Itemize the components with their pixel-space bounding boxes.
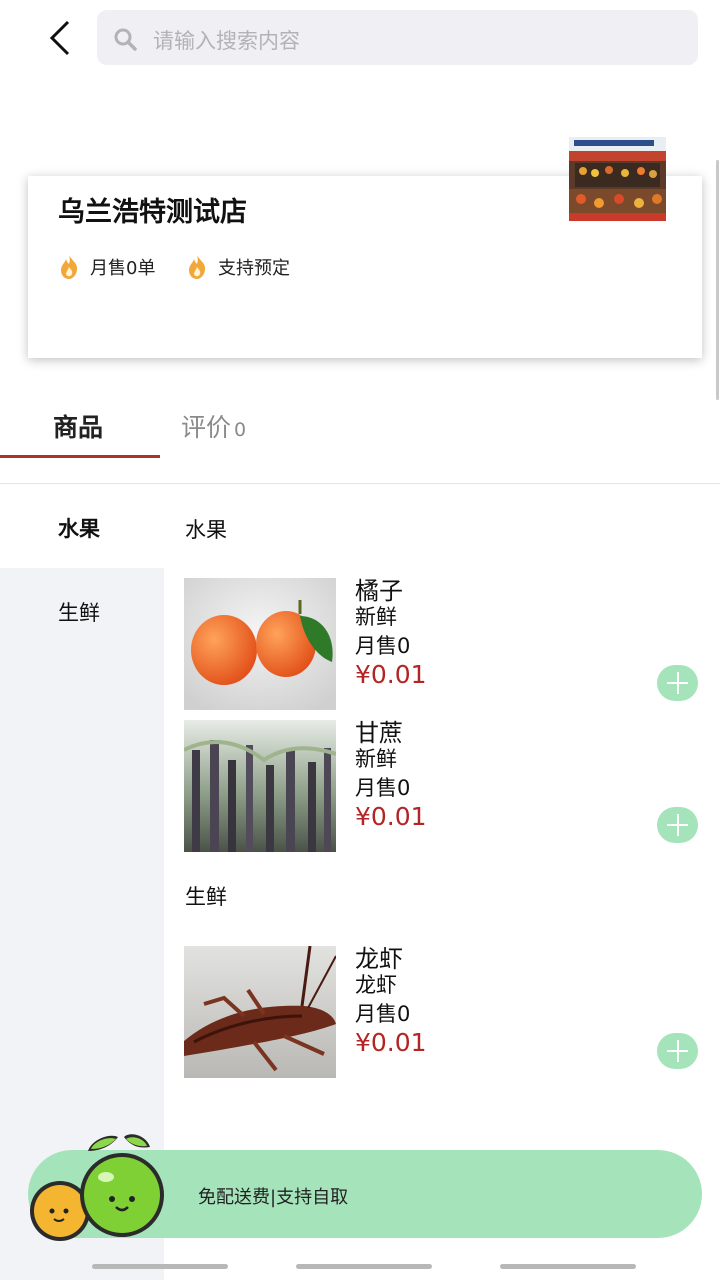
- delivery-info: 免配送费|支持自取: [198, 1187, 349, 1208]
- product-sales: 月售0: [355, 776, 411, 800]
- product-sales: 月售0: [355, 634, 411, 658]
- product-desc: 新鲜: [355, 747, 397, 771]
- section-title-fruit: 水果: [185, 518, 227, 542]
- product-image-orange[interactable]: [184, 578, 336, 710]
- section-title-fresh: 生鲜: [185, 885, 227, 909]
- fruit-mascot-icon[interactable]: [26, 1133, 166, 1243]
- nav-hint-left: [92, 1264, 228, 1269]
- flame-icon: [61, 255, 78, 279]
- product-price: ¥0.01: [355, 802, 427, 831]
- product-sales: 月售0: [355, 1002, 411, 1026]
- flame-icon: [189, 255, 206, 279]
- store-reservation: 支持预定: [186, 254, 290, 280]
- store-image: [569, 137, 666, 221]
- product-image-sugarcane[interactable]: [184, 720, 336, 852]
- product-price: ¥0.01: [355, 660, 427, 689]
- category-item-fresh[interactable]: 生鲜: [58, 597, 100, 627]
- add-to-cart-button[interactable]: [657, 807, 698, 843]
- search-placeholder: 请输入搜索内容: [153, 29, 300, 53]
- store-name: 乌兰浩特测试店: [58, 197, 247, 228]
- tab-active-indicator: [0, 455, 160, 458]
- tab-reviews[interactable]: 评价 0: [181, 408, 246, 444]
- search-icon: [114, 28, 137, 51]
- product-desc: 龙虾: [355, 973, 397, 997]
- back-button[interactable]: [40, 18, 80, 58]
- store-monthly-sales: 月售0单: [58, 254, 155, 280]
- product-desc: 新鲜: [355, 605, 397, 629]
- product-image-lobster[interactable]: [184, 946, 336, 1078]
- reservation-text: 支持预定: [218, 258, 290, 279]
- nav-hint-right: [500, 1264, 636, 1269]
- add-to-cart-button[interactable]: [657, 1033, 698, 1069]
- tab-goods[interactable]: 商品: [53, 408, 103, 444]
- monthly-sales-text: 月售0单: [90, 258, 156, 279]
- tab-reviews-label: 评价: [181, 413, 232, 442]
- add-to-cart-button[interactable]: [657, 665, 698, 701]
- category-item-fruit[interactable]: 水果: [58, 513, 100, 543]
- scroll-indicator: [716, 160, 719, 400]
- search-input[interactable]: 请输入搜索内容: [97, 10, 698, 65]
- back-arrow-icon: [49, 20, 70, 56]
- product-price: ¥0.01: [355, 1028, 427, 1057]
- tab-reviews-count: 0: [234, 419, 247, 441]
- nav-hint-center: [296, 1264, 432, 1269]
- divider: [0, 483, 720, 484]
